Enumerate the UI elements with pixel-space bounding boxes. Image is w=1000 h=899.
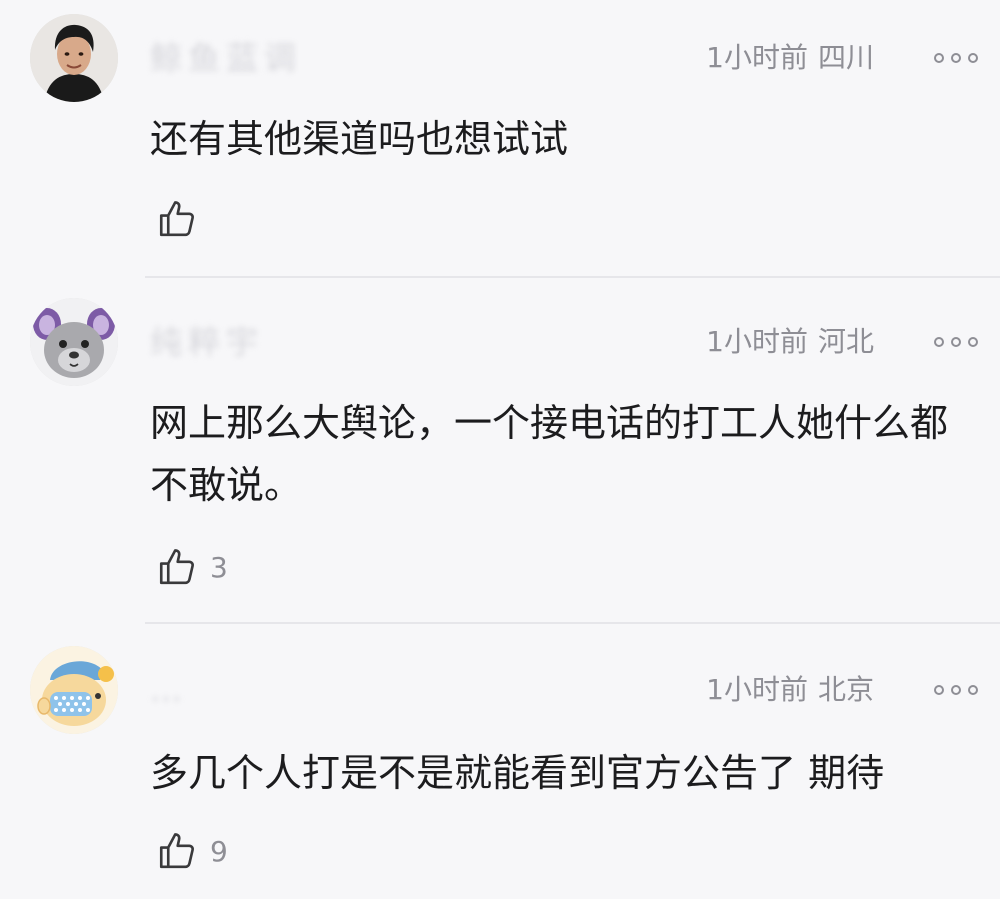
username[interactable]: 纯粹宇 (150, 322, 264, 362)
comment-location: 北京 (817, 673, 874, 706)
avatar[interactable] (30, 646, 118, 734)
username[interactable]: … (150, 670, 188, 710)
like-button[interactable] (156, 196, 210, 242)
avatar[interactable] (30, 298, 118, 386)
comment-meta: 1小时前 四川 (706, 40, 874, 76)
comment-time: 1小时前 (706, 41, 808, 74)
like-count: 3 (210, 550, 228, 584)
like-count: 9 (210, 834, 228, 868)
comment-text: 网上那么大舆论，一个接电话的打工人她什么都不敢说。 (150, 401, 949, 507)
comment-text: 多几个人打是不是就能看到官方公告了 期待 (150, 751, 885, 795)
thumbs-up-icon (159, 833, 194, 869)
more-icon[interactable] (934, 48, 978, 68)
comment-location: 四川 (817, 41, 874, 74)
more-icon[interactable] (934, 680, 978, 700)
comment-time: 1小时前 (706, 325, 808, 358)
like-button[interactable]: 9 (156, 828, 228, 874)
comment-item: 鲸鱼蓝调 1小时前 四川 还有其他渠道吗也想试试 (0, 0, 1000, 276)
avatar-image (30, 298, 118, 386)
like-button[interactable]: 3 (156, 544, 228, 590)
comment-item: … 1小时前 北京 多几个人打是不是就能看到官方公告了 期待 9 (0, 624, 1000, 899)
comment-location: 河北 (817, 325, 874, 358)
thumbs-up-icon (159, 549, 194, 585)
username[interactable]: 鲸鱼蓝调 (150, 38, 302, 78)
avatar[interactable] (30, 14, 118, 102)
comment-meta: 1小时前 河北 (706, 324, 874, 360)
comment-item: 纯粹宇 1小时前 河北 网上那么大舆论，一个接电话的打工人她什么都不敢说。 3 (0, 278, 1000, 622)
comment-text: 还有其他渠道吗也想试试 (150, 117, 569, 161)
comment-time: 1小时前 (706, 673, 808, 706)
thumbs-up-icon (159, 201, 194, 237)
comment-list: 鲸鱼蓝调 1小时前 四川 还有其他渠道吗也想试试 纯粹宇 1小时前 河北 网上那… (0, 0, 1000, 899)
more-icon[interactable] (934, 332, 978, 352)
comment-meta: 1小时前 北京 (706, 672, 874, 708)
avatar-image (30, 14, 118, 102)
avatar-image (30, 646, 118, 734)
